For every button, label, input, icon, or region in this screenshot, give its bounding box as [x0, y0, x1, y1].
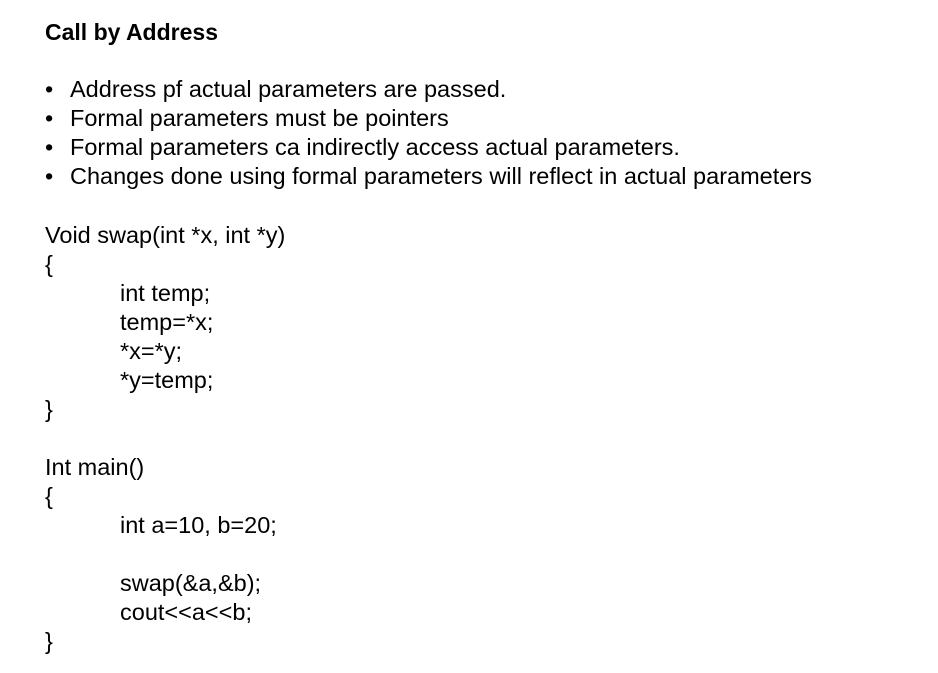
bullet-dot-icon: •: [45, 105, 54, 131]
code-spacer: [45, 540, 925, 569]
bullet-item: • Changes done using formal parameters w…: [45, 162, 925, 191]
bullet-text: Changes done using formal parameters wil…: [70, 163, 812, 189]
main-close-brace: }: [45, 628, 53, 654]
code-line: swap(&a,&b);: [120, 570, 262, 596]
code-line: *x=*y;: [120, 338, 183, 364]
bullet-text: Address pf actual parameters are passed.: [70, 76, 507, 102]
bullet-item: • Formal parameters must be pointers: [45, 104, 925, 133]
code-line: temp=*x;: [120, 309, 214, 335]
swap-close-brace: }: [45, 396, 53, 422]
bullet-dot-icon: •: [45, 163, 54, 189]
bullet-dot-icon: •: [45, 76, 54, 102]
slide-content: Call by Address • Address pf actual para…: [45, 16, 925, 656]
bullet-text: Formal parameters ca indirectly access a…: [70, 134, 680, 160]
swap-signature: Void swap(int *x, int *y): [45, 222, 286, 248]
code-line: int a=10, b=20;: [120, 512, 277, 538]
code-line: cout<<a<<b;: [120, 599, 252, 625]
main-open-brace: {: [45, 483, 53, 509]
bullet-text: Formal parameters must be pointers: [70, 105, 449, 131]
code-spacer: [45, 424, 925, 453]
code-block: Void swap(int *x, int *y) { int temp; te…: [45, 221, 925, 656]
slide-title: Call by Address: [45, 19, 218, 45]
main-signature: Int main(): [45, 454, 145, 480]
bullet-list: • Address pf actual parameters are passe…: [45, 75, 925, 191]
code-line: *y=temp;: [120, 367, 214, 393]
bullet-dot-icon: •: [45, 134, 54, 160]
code-line: int temp;: [120, 280, 211, 306]
swap-open-brace: {: [45, 251, 53, 277]
bullet-item: • Address pf actual parameters are passe…: [45, 75, 925, 104]
bullet-item: • Formal parameters ca indirectly access…: [45, 133, 925, 162]
